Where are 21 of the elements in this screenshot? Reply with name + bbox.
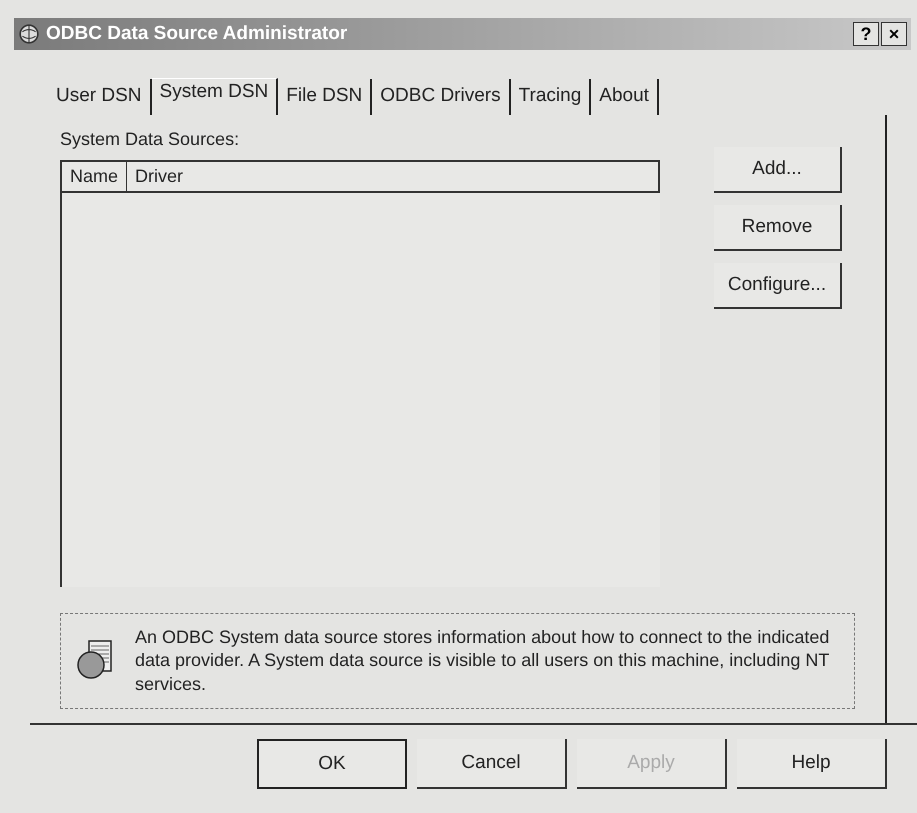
dialog-button[interactable]: OK	[257, 739, 407, 789]
list-label: System Data Sources:	[60, 129, 240, 150]
dialog-button[interactable]: Help	[737, 739, 887, 789]
close-button[interactable]: ×	[881, 22, 907, 46]
tab[interactable]: File DSN	[278, 79, 372, 115]
side-button[interactable]: Configure...	[714, 263, 842, 309]
dialog-button[interactable]: Cancel	[417, 739, 567, 789]
tab[interactable]: Tracing	[510, 79, 592, 115]
data-source-list[interactable]: Name Driver	[60, 160, 660, 587]
column-header[interactable]: Name	[62, 162, 128, 191]
side-button[interactable]: Remove	[714, 205, 842, 251]
column-header[interactable]: Driver	[127, 162, 658, 191]
tab[interactable]: About	[591, 79, 659, 115]
tab[interactable]: User DSN	[48, 79, 152, 115]
help-title-button[interactable]: ?	[853, 22, 879, 46]
info-text: An ODBC System data source stores information about how to connect to the indicated data provider. A System data source is visible to all users on this machine, including NT services.	[135, 626, 830, 696]
window-title: ODBC Data Source Administrator	[46, 23, 348, 45]
globe-icon	[18, 23, 40, 45]
side-button[interactable]: Add...	[714, 147, 842, 193]
tab[interactable]: System DSN	[152, 78, 278, 115]
tab[interactable]: ODBC Drivers	[372, 79, 511, 115]
